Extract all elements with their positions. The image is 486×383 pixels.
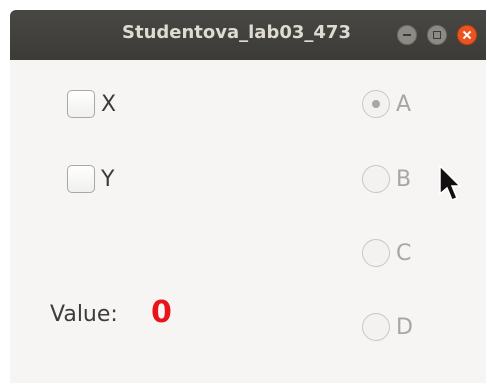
close-icon — [458, 26, 476, 44]
minimize-button[interactable] — [397, 25, 417, 45]
minimize-icon — [398, 26, 416, 44]
checkbox-y-label: Y — [101, 166, 115, 192]
checkbox-y[interactable]: Y — [67, 165, 114, 193]
title-bar[interactable]: Studentova_lab03_473 — [10, 10, 486, 60]
checkbox-x-box[interactable] — [67, 90, 95, 118]
maximize-button[interactable] — [427, 25, 447, 45]
value-label: Value: — [50, 302, 118, 327]
radio-d-label: D — [396, 314, 413, 340]
radio-b[interactable]: B — [362, 165, 411, 193]
radio-b-button[interactable] — [362, 165, 390, 193]
radio-d[interactable]: D — [362, 313, 413, 341]
radio-a-label: A — [396, 91, 412, 117]
radio-d-button[interactable] — [362, 313, 390, 341]
radio-b-label: B — [396, 166, 412, 192]
app-window: Studentova_lab03_473 X Y A B C D — [10, 10, 486, 383]
checkbox-x[interactable]: X — [67, 90, 116, 118]
checkbox-y-box[interactable] — [67, 165, 95, 193]
radio-c[interactable]: C — [362, 239, 411, 267]
value-number: 0 — [151, 295, 172, 330]
radio-a[interactable]: A — [362, 90, 411, 118]
close-button[interactable] — [457, 25, 477, 45]
mouse-pointer-icon — [439, 164, 462, 201]
checkbox-x-label: X — [101, 91, 117, 117]
radio-a-button[interactable] — [362, 90, 390, 118]
maximize-icon — [428, 26, 446, 44]
radio-c-button[interactable] — [362, 239, 390, 267]
window-title: Studentova_lab03_473 — [122, 22, 351, 43]
radio-c-label: C — [396, 240, 412, 266]
